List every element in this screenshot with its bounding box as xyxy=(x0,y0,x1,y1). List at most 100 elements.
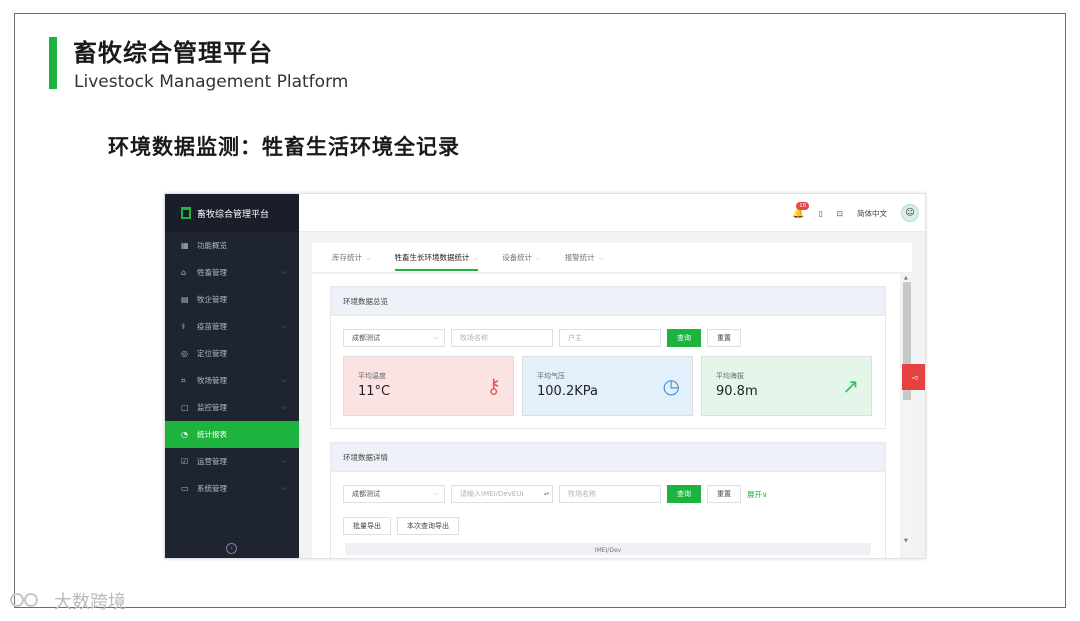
sidebar-item-2[interactable]: ▤ 牧企管理 xyxy=(165,286,299,313)
sidebar-item-label: 牧场管理 xyxy=(197,376,227,385)
language-switch[interactable]: 简体中文 xyxy=(857,208,887,219)
scroll-up-icon[interactable]: ▲ xyxy=(904,275,908,281)
stat-label: 平均温度 xyxy=(358,372,386,380)
title-accent-bar xyxy=(49,37,57,89)
content-scrollbar[interactable]: ▲ ▼ xyxy=(903,275,911,554)
monitor-icon: ▭ xyxy=(181,484,189,493)
chevron-down-icon: ⌵ xyxy=(281,376,287,384)
detail-panel: 环境数据详情 成都测试 ⌵ 请输入IMEI/DevEUI ▴▾ 牧场名称 查询 重置… xyxy=(330,442,886,558)
stat-card-1: 平均气压 100.2KPa ◷ xyxy=(522,356,693,416)
sidebar-item-6[interactable]: ▢ 监控管理 ⌵ xyxy=(165,394,299,421)
overview-panel: 环境数据总览 成都测试 ⌵ 牧场名称 户主 查询 重置 平均温度 11°C ⚷ 平均气压… xyxy=(330,286,886,429)
chevron-down-icon: ⌵ xyxy=(281,484,287,492)
sidebar: 畜牧综合管理平台 ▦ 功能概览 ⌂ 牲畜管理 ⌵ ▤ 牧企管理 ⚕ 疫苗管理 ⌵ ◎ 定位管理 ⌗ 牧场管… xyxy=(165,194,299,558)
table-header: IMEI/Dev xyxy=(345,543,871,555)
scroll-down-icon[interactable]: ▼ xyxy=(904,538,908,544)
thermometer-icon: ⚷ xyxy=(486,374,501,398)
trend-up-icon: ↗ xyxy=(842,374,859,398)
watermark: 大数跨境 xyxy=(10,588,126,614)
camera-icon: ▢ xyxy=(181,403,189,412)
gauge-icon: ◷ xyxy=(662,374,680,398)
brand-name: 畜牧综合管理平台 xyxy=(197,209,270,220)
tab-1[interactable]: 牲畜生长环境数据统计 ⌵ xyxy=(394,244,479,271)
detail-panel-title: 环境数据详情 xyxy=(331,443,885,472)
stat-card-2: 平均海拔 90.8m ↗ xyxy=(701,356,872,416)
sidebar-item-1[interactable]: ⌂ 牲畜管理 ⌵ xyxy=(165,259,299,286)
stat-label: 平均海拔 xyxy=(716,372,744,380)
query-export-button[interactable]: 本次查询导出 xyxy=(397,517,459,535)
collapse-sidebar-icon[interactable]: ‹ xyxy=(226,543,237,554)
sidebar-item-label: 运营管理 xyxy=(197,457,227,466)
watermark-text: 大数跨境 xyxy=(54,592,126,613)
imei-input[interactable]: 请输入IMEI/DevEUI ▴▾ xyxy=(451,485,553,503)
detail-ranch-name-input[interactable]: 牧场名称 xyxy=(559,485,661,503)
brand[interactable]: 畜牧综合管理平台 xyxy=(165,194,299,232)
sidebar-item-9[interactable]: ▭ 系统管理 ⌵ xyxy=(165,475,299,502)
sidebar-item-label: 统计报表 xyxy=(197,430,227,439)
brand-logo-icon xyxy=(181,207,191,219)
chevron-down-icon: ⌵ xyxy=(433,490,438,497)
detail-reset-button[interactable]: 重置 xyxy=(707,485,741,503)
tab-3[interactable]: 报警统计 ⌵ xyxy=(565,244,604,271)
region-select[interactable]: 成都测试 ⌵ xyxy=(343,329,445,347)
overview-reset-button[interactable]: 重置 xyxy=(707,329,741,347)
topbar-actions: 🔔 10 ▯ ⊡ 简体中文 ☺ xyxy=(792,201,919,222)
tab-label: 设备统计 xyxy=(502,253,533,262)
fullscreen-icon[interactable]: ⊡ xyxy=(837,209,843,218)
main-content: 环境数据总览 成都测试 ⌵ 牧场名称 户主 查询 重置 平均温度 11°C ⚷ 平均气压… xyxy=(312,274,900,558)
notification-badge: 10 xyxy=(796,201,810,210)
sidebar-item-8[interactable]: ☑ 运营管理 ⌵ xyxy=(165,448,299,475)
detail-region-select[interactable]: 成都测试 ⌵ xyxy=(343,485,445,503)
chevron-down-icon: ⌵ xyxy=(366,255,371,262)
sidebar-item-3[interactable]: ⚕ 疫苗管理 ⌵ xyxy=(165,313,299,340)
tab-label: 报警统计 xyxy=(564,253,595,262)
grid-icon: ▦ xyxy=(181,241,189,250)
stat-value: 90.8m xyxy=(716,384,758,399)
tab-0[interactable]: 库存统计 ⌵ xyxy=(332,244,371,271)
sidebar-item-5[interactable]: ⌗ 牧场管理 ⌵ xyxy=(165,367,299,394)
detail-actions: 批量导出 本次查询导出 xyxy=(343,517,459,535)
stat-value: 100.2KPa xyxy=(537,384,598,399)
chevron-down-icon: ⌵ xyxy=(281,457,287,465)
sidebar-item-0[interactable]: ▦ 功能概览 xyxy=(165,232,299,259)
slide-subtitle: Livestock Management Platform xyxy=(74,72,349,92)
vaccine-icon: ⚕ xyxy=(181,322,186,331)
sidebar-item-7[interactable]: ◔ 统计报表 xyxy=(165,421,299,448)
tab-label: 牲畜生长环境数据统计 xyxy=(394,253,470,262)
farmer-input[interactable]: 户主 xyxy=(559,329,661,347)
sidebar-item-4[interactable]: ◎ 定位管理 xyxy=(165,340,299,367)
operation-icon: ☑ xyxy=(181,457,189,466)
batch-export-button[interactable]: 批量导出 xyxy=(343,517,391,535)
ranch-icon: ⌗ xyxy=(181,375,186,385)
detail-query-button[interactable]: 查询 xyxy=(667,485,701,503)
sidebar-item-label: 功能概览 xyxy=(197,241,227,250)
tab-2[interactable]: 设备统计 ⌵ xyxy=(502,244,541,271)
company-icon: ▤ xyxy=(181,295,189,304)
notification-bell-icon[interactable]: 🔔 10 xyxy=(792,201,810,219)
stepper-icon[interactable]: ▴▾ xyxy=(544,491,549,497)
stat-label: 平均气压 xyxy=(537,372,565,380)
sidebar-item-label: 监控管理 xyxy=(197,403,227,412)
tab-label: 库存统计 xyxy=(332,253,362,262)
mobile-icon[interactable]: ▯ xyxy=(819,209,823,218)
chart-pie-icon: ◔ xyxy=(181,430,188,439)
overview-filter-row: 成都测试 ⌵ 牧场名称 户主 查询 重置 xyxy=(343,329,741,347)
section-title: 环境数据监测：牲畜生活环境全记录 xyxy=(108,135,460,159)
detail-filter-row: 成都测试 ⌵ 请输入IMEI/DevEUI ▴▾ 牧场名称 查询 重置 展开∨ xyxy=(343,485,768,503)
sidebar-item-label: 疫苗管理 xyxy=(197,322,227,331)
chevron-down-icon: ⌵ xyxy=(433,334,438,341)
chevron-down-icon: ⌵ xyxy=(281,268,287,276)
chevron-down-icon: ⌵ xyxy=(598,255,604,262)
speaker-float-button[interactable]: ◅ xyxy=(902,364,925,390)
chevron-down-icon: ⌵ xyxy=(473,255,479,262)
overview-query-button[interactable]: 查询 xyxy=(667,329,701,347)
sidebar-item-label: 系统管理 xyxy=(197,484,227,493)
ranch-name-input[interactable]: 牧场名称 xyxy=(451,329,553,347)
watermark-logo-icon xyxy=(10,591,50,611)
sidebar-item-label: 牲畜管理 xyxy=(197,268,227,277)
avatar[interactable]: ☺ xyxy=(901,204,919,222)
sidebar-nav: ▦ 功能概览 ⌂ 牲畜管理 ⌵ ▤ 牧企管理 ⚕ 疫苗管理 ⌵ ◎ 定位管理 ⌗ 牧场管理 ⌵ ▢ 监控管理 ⌵ ◔… xyxy=(165,232,299,502)
expand-filters-link[interactable]: 展开∨ xyxy=(747,489,768,500)
chevron-down-icon: ⌵ xyxy=(536,255,541,262)
location-icon: ◎ xyxy=(181,349,188,358)
